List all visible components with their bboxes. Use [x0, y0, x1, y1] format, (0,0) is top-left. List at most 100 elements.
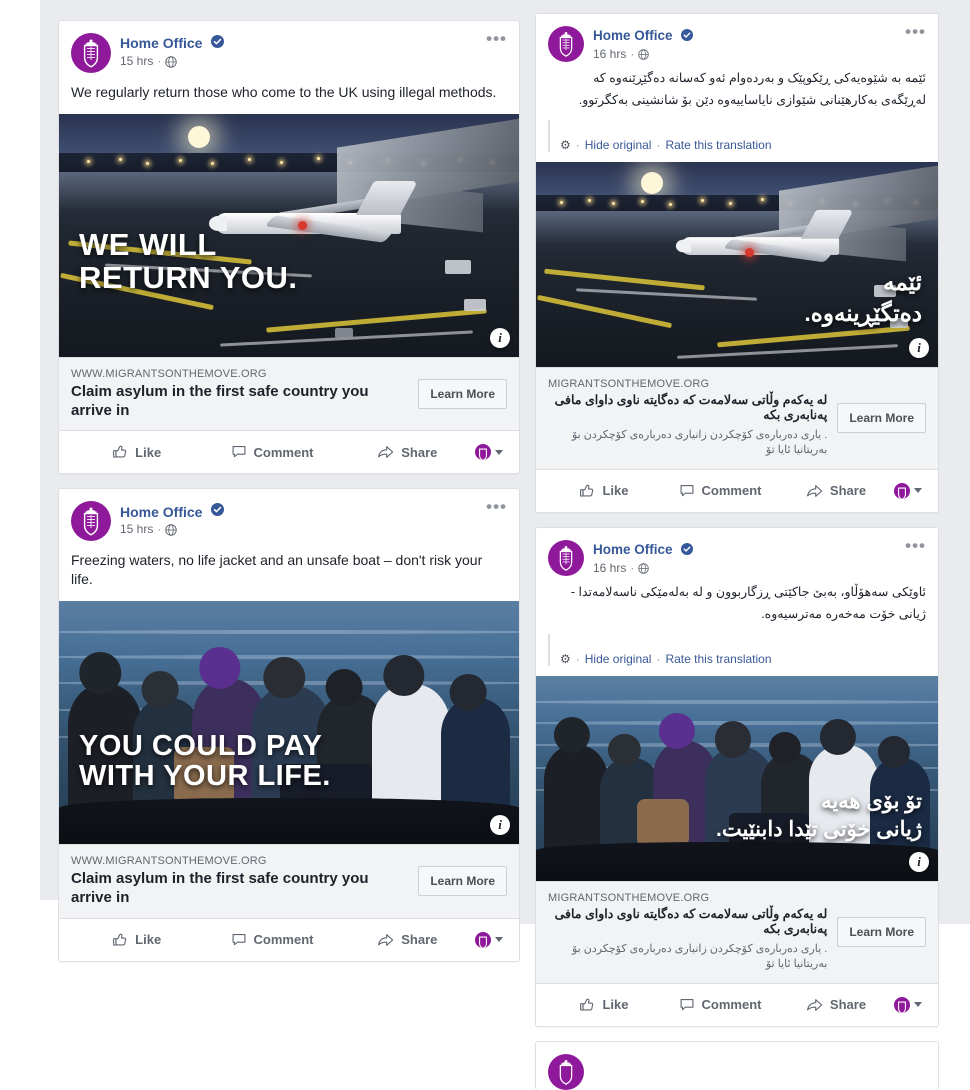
comment-bubble-icon	[232, 933, 245, 945]
page-name[interactable]: Home Office	[120, 35, 202, 51]
translation-controls: ⚙ · Hide original · Rate this translatio…	[560, 138, 926, 152]
share-button[interactable]: Share	[778, 477, 894, 505]
post-attachment[interactable]: YOU COULD PAY WITH YOUR LIFE. i WWW.MIGR…	[59, 601, 519, 919]
link-title[interactable]: لە یەکەم وڵاتی سەلامەت کە دەگایتە ناوی د…	[548, 907, 828, 938]
post-message: Freezing waters, no life jacket and an u…	[71, 552, 483, 588]
photo-caption: WE WILL RETURN YOU.	[79, 227, 298, 296]
post-card	[535, 1040, 939, 1090]
post-attachment[interactable]: تۆ بۆی هەیە ژیانی خۆتی تێدا دابنێیت. i M…	[536, 675, 938, 984]
share-button[interactable]: Share	[340, 926, 475, 954]
avatar[interactable]	[548, 26, 584, 62]
globe-icon[interactable]	[165, 55, 178, 68]
post-options-button[interactable]: •••	[905, 23, 926, 40]
rate-translation-link[interactable]: Rate this translation	[665, 138, 771, 152]
gear-icon[interactable]: ⚙	[560, 139, 571, 151]
share-arrow-icon	[378, 446, 394, 459]
share-as-selector[interactable]	[474, 931, 509, 948]
verified-badge-icon	[680, 542, 693, 560]
ad-info-icon[interactable]: i	[909, 337, 929, 358]
photo-caption-line-1: تۆ بۆی هەیە	[821, 789, 922, 813]
avatar[interactable]	[71, 501, 111, 542]
timestamp-row: 15 hrs ·	[120, 522, 224, 537]
photo-caption-line-1: WE WILL	[79, 227, 217, 263]
comment-button[interactable]: Comment	[204, 926, 339, 954]
home-office-crest-icon	[83, 507, 99, 536]
photo-caption-line-2: RETURN YOU.	[79, 260, 298, 296]
like-button[interactable]: Like	[69, 438, 204, 466]
attachment-photo[interactable]: YOU COULD PAY WITH YOUR LIFE. i	[59, 601, 519, 845]
rate-translation-link[interactable]: Rate this translation	[665, 652, 771, 666]
learn-more-button[interactable]: Learn More	[837, 403, 926, 434]
mini-avatar	[474, 444, 491, 461]
attachment-photo[interactable]: ئێمە دەتگێڕینەوە. i	[536, 161, 938, 367]
post-card: Home Office 16 hrs · ••• ئاوێکی سەهۆڵاو،…	[535, 526, 939, 1027]
link-title[interactable]: لە یەکەم وڵاتی سەلامەت کە دەگایتە ناوی د…	[548, 393, 828, 424]
post-header	[536, 1042, 938, 1090]
post-options-button[interactable]: •••	[486, 498, 507, 515]
like-button[interactable]: Like	[546, 991, 662, 1019]
verified-badge-icon	[680, 28, 693, 46]
like-label: Like	[602, 997, 629, 1013]
link-preview-card[interactable]: WWW.MIGRANTSONTHEMOVE.ORG Claim asylum i…	[59, 356, 519, 432]
separator-dot: ·	[630, 46, 635, 61]
share-as-selector[interactable]	[894, 996, 928, 1013]
link-domain: WWW.MIGRANTSONTHEMOVE.ORG	[71, 367, 267, 380]
mini-avatar	[894, 482, 910, 499]
post-options-button[interactable]: •••	[905, 537, 926, 554]
link-preview-card[interactable]: MIGRANTSONTHEMOVE.ORG لە یەکەم وڵاتی سەل…	[536, 366, 938, 470]
globe-icon[interactable]	[165, 524, 178, 536]
hide-original-link[interactable]: Hide original	[585, 138, 652, 152]
thumbs-up-icon	[113, 933, 127, 946]
link-domain: MIGRANTSONTHEMOVE.ORG	[548, 891, 710, 904]
share-as-selector[interactable]	[894, 482, 928, 499]
share-label: Share	[829, 483, 867, 499]
post-timestamp[interactable]: 16 hrs	[593, 561, 626, 576]
learn-more-button[interactable]: Learn More	[837, 917, 926, 948]
link-preview-card[interactable]: MIGRANTSONTHEMOVE.ORG لە یەکەم وڵاتی سەل…	[536, 880, 938, 984]
hide-original-link[interactable]: Hide original	[585, 652, 652, 666]
attachment-photo[interactable]: WE WILL RETURN YOU. i	[59, 113, 519, 357]
share-button[interactable]: Share	[340, 438, 475, 466]
page-name[interactable]: Home Office	[593, 542, 673, 558]
ad-info-icon[interactable]: i	[490, 327, 510, 348]
share-button[interactable]: Share	[778, 991, 894, 1019]
post-timestamp[interactable]: 16 hrs	[593, 47, 626, 62]
comment-button[interactable]: Comment	[204, 438, 339, 466]
post-action-bar: Like Comment Share	[536, 983, 938, 1026]
separator-dot: ·	[575, 651, 580, 666]
post-attachment[interactable]: WE WILL RETURN YOU. i WWW.MIGRANTSONTHEM…	[59, 113, 519, 432]
post-card: Home Office 16 hrs · ••• ئێمە بە شێوەیەک…	[535, 13, 939, 513]
post-header: Home Office 16 hrs · •••	[536, 14, 938, 62]
avatar[interactable]	[548, 1053, 584, 1090]
link-preview-text: MIGRANTSONTHEMOVE.ORG لە یەکەم وڵاتی سەل…	[548, 378, 827, 459]
ad-info-icon[interactable]: i	[909, 851, 929, 872]
chevron-down-icon	[494, 449, 503, 455]
globe-icon[interactable]	[638, 563, 650, 574]
learn-more-button[interactable]: Learn More	[418, 379, 507, 410]
learn-more-button[interactable]: Learn More	[418, 866, 507, 897]
avatar[interactable]	[71, 33, 111, 73]
post-card: Home Office 15 hrs · ••• We regularly re…	[58, 20, 520, 475]
link-preview-card[interactable]: WWW.MIGRANTSONTHEMOVE.ORG Claim asylum i…	[59, 844, 519, 919]
comment-button[interactable]: Comment	[662, 477, 778, 505]
globe-icon[interactable]	[638, 49, 650, 60]
comment-button[interactable]: Comment	[662, 991, 778, 1019]
timestamp-row: 16 hrs ·	[593, 561, 693, 576]
link-title[interactable]: Claim asylum in the first safe country y…	[71, 870, 408, 908]
thumbs-up-icon	[580, 998, 594, 1011]
post-attachment[interactable]: ئێمە دەتگێڕینەوە. i MIGRANTSONTHEMOVE.OR…	[536, 161, 938, 470]
attachment-photo[interactable]: تۆ بۆی هەیە ژیانی خۆتی تێدا دابنێیت. i	[536, 675, 938, 881]
photo-caption-line-1: ئێمە	[883, 268, 922, 295]
post-timestamp[interactable]: 15 hrs	[120, 54, 153, 69]
link-title[interactable]: Claim asylum in the first safe country y…	[71, 383, 408, 421]
facebook-feed-page: Home Office 15 hrs · ••• We regularly re…	[0, 0, 970, 1090]
post-options-button[interactable]: •••	[486, 30, 507, 47]
page-name[interactable]: Home Office	[593, 28, 673, 44]
page-name[interactable]: Home Office	[120, 504, 202, 520]
avatar[interactable]	[548, 539, 584, 576]
gear-icon[interactable]: ⚙	[560, 653, 571, 665]
post-timestamp[interactable]: 15 hrs	[120, 522, 153, 537]
like-button[interactable]: Like	[546, 477, 662, 505]
share-as-selector[interactable]	[474, 444, 509, 461]
like-button[interactable]: Like	[69, 926, 204, 954]
